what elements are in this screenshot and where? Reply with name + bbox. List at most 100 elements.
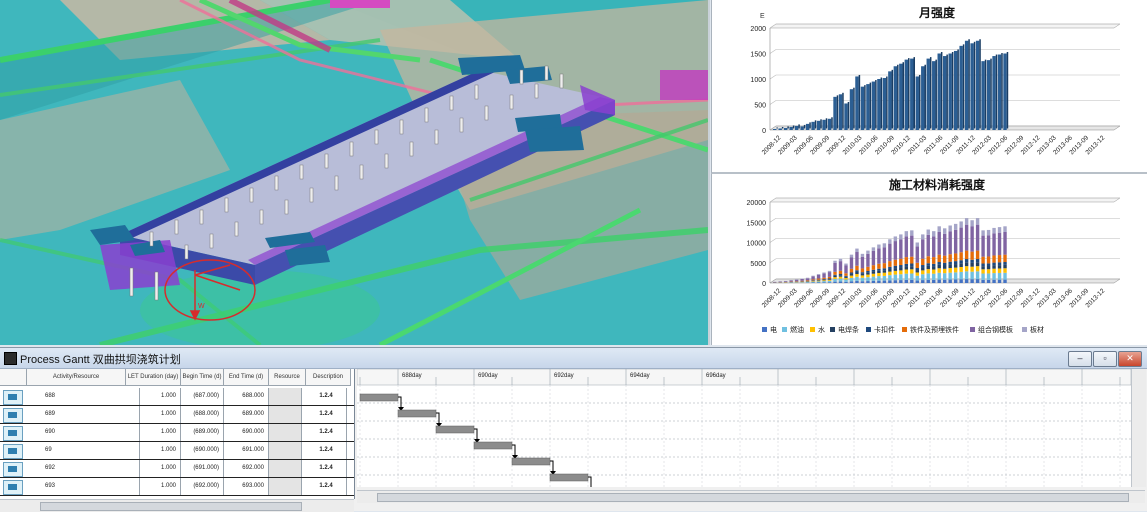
bar-segment <box>992 273 995 280</box>
window-title: Process Gantt 双曲拱坝浇筑计划 <box>20 351 181 367</box>
minimize-button[interactable]: – <box>1068 351 1092 367</box>
bar-segment <box>828 272 831 277</box>
task-icon[interactable] <box>3 426 23 441</box>
col-activity-header[interactable]: Activity/Resource <box>27 369 126 386</box>
col-description-header[interactable]: Description <box>306 369 351 386</box>
bar-segment <box>987 273 990 279</box>
bar-side <box>957 49 959 128</box>
bar-segment <box>970 252 973 260</box>
bar-segment <box>877 245 880 249</box>
bar-segment <box>921 274 924 280</box>
bar <box>778 128 781 130</box>
bar-segment <box>872 272 875 274</box>
legend-label: 组合钢模板 <box>978 325 1013 334</box>
y-tick-label: 2000 <box>750 26 766 33</box>
task-icon[interactable] <box>3 390 23 405</box>
task-icon[interactable] <box>3 480 23 495</box>
bar-segment <box>981 266 984 269</box>
bar-segment <box>976 262 979 266</box>
bar-segment <box>943 256 946 263</box>
bar-segment <box>888 261 891 267</box>
bar-segment <box>877 281 880 283</box>
end-cell: 693.000 <box>224 478 269 495</box>
gantt-bars: 688day690day692day694day696day <box>357 369 1131 487</box>
bar <box>959 46 962 130</box>
bar-segment <box>976 259 979 262</box>
timeline-vertical-scrollbar[interactable] <box>1131 369 1146 487</box>
bar-segment <box>866 267 869 271</box>
bar-segment <box>943 273 946 280</box>
bar-segment <box>883 243 886 247</box>
duration-cell: 1.000 <box>126 388 181 405</box>
bar-segment <box>932 280 935 283</box>
bar-segment <box>998 227 1001 233</box>
bar-side <box>842 93 844 129</box>
material-consumption-plot: 施工材料消耗强度050001000015000200002008-122009-… <box>712 174 1147 345</box>
timeline-scroll-thumb[interactable] <box>377 493 1129 502</box>
begin-cell: (691.000) <box>181 460 224 477</box>
bar <box>822 120 825 130</box>
task-icon[interactable] <box>3 408 23 423</box>
gantt-timeline[interactable]: 688day690day692day694day696day <box>357 369 1131 487</box>
bar-segment <box>998 280 1001 283</box>
bar-segment <box>998 265 1001 268</box>
col-duration-header[interactable]: LET Duration (day) <box>126 369 181 386</box>
bar-segment <box>822 274 825 278</box>
bar <box>811 122 814 130</box>
bar-segment <box>1003 232 1006 255</box>
bar-segment <box>932 231 935 236</box>
table-row[interactable]: 6921.000(691.000)692.0001.2.4 <box>0 460 354 478</box>
bar-segment <box>877 271 880 273</box>
end-cell: 691.000 <box>224 442 269 459</box>
bar-segment <box>872 265 875 270</box>
bar-segment <box>938 280 941 283</box>
y-tick-label: 10000 <box>747 241 767 248</box>
timeline-horizontal-scrollbar[interactable] <box>357 490 1145 503</box>
bar-segment <box>872 281 875 283</box>
table-row[interactable]: 6901.000(689.000)690.0001.2.4 <box>0 424 354 442</box>
close-button[interactable]: ✕ <box>1118 351 1142 367</box>
bar-side <box>963 44 965 128</box>
bar-side <box>908 58 910 128</box>
table-row[interactable]: 6891.000(688.000)689.0001.2.4 <box>0 406 354 424</box>
3d-model-viewport[interactable]: W <box>0 0 710 345</box>
bar <box>970 43 973 130</box>
description-cell: 1.2.4 <box>306 388 347 405</box>
bar-segment <box>976 251 979 259</box>
restore-button[interactable]: ▫ <box>1093 351 1117 367</box>
bar-segment <box>888 244 891 261</box>
duration-cell: 1.000 <box>126 424 181 441</box>
task-icon[interactable] <box>3 462 23 477</box>
table-row[interactable]: 6931.000(692.000)693.0001.2.4 <box>0 478 354 496</box>
bar-segment <box>850 273 853 274</box>
bar-side <box>946 55 948 129</box>
table-row[interactable]: 6881.000(687.000)688.0001.2.4 <box>0 388 354 406</box>
bar-segment <box>965 251 968 259</box>
bar-side <box>990 59 992 129</box>
bar-segment <box>833 279 836 282</box>
bar-segment <box>948 225 951 231</box>
dependency-link <box>436 413 439 424</box>
bar-segment <box>905 266 908 269</box>
col-begin-header[interactable]: Begin Time (d) <box>181 369 224 386</box>
bar-segment <box>855 252 858 266</box>
table-horizontal-scrollbar[interactable] <box>0 499 354 512</box>
gantt-titlebar[interactable]: Process Gantt 双曲拱坝浇筑计划 – ▫ ✕ <box>0 348 1147 369</box>
bar-segment <box>1003 268 1006 273</box>
bar-segment <box>861 272 864 273</box>
end-cell: 688.000 <box>224 388 269 405</box>
col-end-header[interactable]: End Time (d) <box>224 369 269 386</box>
task-icon[interactable] <box>3 444 23 459</box>
bar <box>905 60 908 130</box>
bar-segment <box>959 221 962 227</box>
bar-segment <box>970 267 973 272</box>
col-resource-header[interactable]: Resource <box>269 369 306 386</box>
table-row[interactable]: 691.000(690.000)691.0001.2.4 <box>0 442 354 460</box>
monthly-intensity-chart: 月强度E05001000150020002008-122009-032009-0… <box>711 0 1147 174</box>
bar-segment <box>910 266 913 269</box>
bar <box>910 59 913 130</box>
bar-side <box>864 85 866 128</box>
bar-side <box>974 42 976 129</box>
bar-segment <box>921 280 924 283</box>
bar <box>894 66 897 130</box>
